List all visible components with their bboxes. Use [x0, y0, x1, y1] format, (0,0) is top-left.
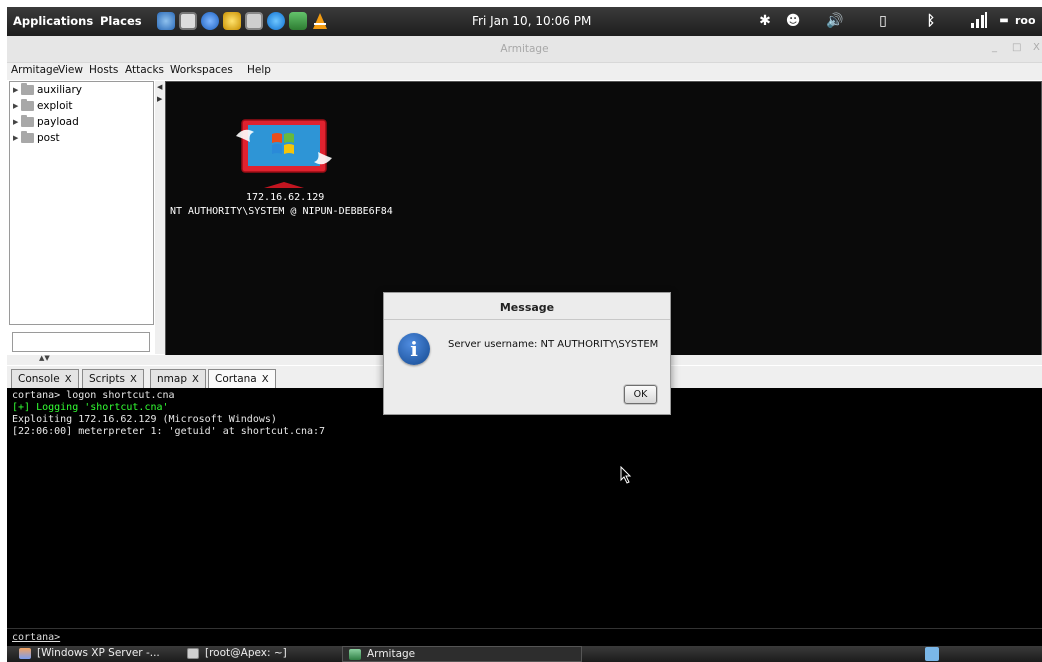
vlc-icon[interactable] [311, 12, 329, 30]
network-tool-icon[interactable] [289, 12, 307, 30]
module-tree: ▶ auxiliary ▶ exploit ▶ payload ▶ post [9, 81, 154, 325]
vm-icon [19, 647, 31, 659]
tab-nmap[interactable]: nmap X [150, 369, 206, 388]
console-line: [+] Logging 'shortcut.cna' [12, 402, 169, 413]
taskbar-item-label: Armitage [367, 648, 416, 660]
console-line: cortana> logon shortcut.cna [12, 390, 175, 401]
menu-view[interactable]: View [58, 64, 83, 76]
console-input[interactable]: cortana> [7, 628, 1042, 646]
globe-icon[interactable] [201, 12, 219, 30]
taskbar-item-armitage[interactable]: Armitage [342, 646, 582, 662]
taskbar-item-terminal[interactable]: [root@Apex: ~] [187, 646, 337, 662]
user-menu[interactable]: roo [1015, 14, 1036, 27]
module-search-input[interactable] [12, 332, 150, 352]
screenshot-icon[interactable] [245, 12, 263, 30]
close-button[interactable]: X [1033, 42, 1040, 53]
tree-item-exploit[interactable]: ▶ exploit [13, 99, 73, 114]
message-dialog: Message i Server username: NT AUTHORITY\… [383, 292, 671, 415]
workspace-switcher-icon[interactable] [925, 647, 939, 661]
cortana-console-output[interactable]: cortana> logon shortcut.cna [+] Logging … [7, 388, 1042, 646]
tree-item-label: payload [37, 116, 79, 128]
console-line: Exploiting 172.16.62.129 (Microsoft Wind… [12, 414, 277, 425]
menubar: Armitage View Hosts Attacks Workspaces H… [7, 63, 1042, 80]
folder-icon [21, 115, 34, 127]
menu-help[interactable]: Help [247, 64, 271, 76]
expand-arrow-icon[interactable]: ▶ [13, 118, 21, 126]
bottom-taskbar: [Windows XP Server -... [root@Apex: ~] A… [7, 646, 1042, 662]
tab-close-button[interactable]: X [130, 374, 137, 385]
terminal-icon [187, 647, 199, 659]
tab-label: Console [18, 373, 60, 385]
folder-icon [21, 99, 34, 111]
tree-item-payload[interactable]: ▶ payload [13, 115, 79, 130]
terminal-icon[interactable] [179, 12, 197, 30]
applications-menu[interactable]: Applications [13, 14, 93, 28]
folder-icon [21, 131, 34, 143]
expand-arrow-icon[interactable]: ▶ [13, 102, 21, 110]
window-title: Armitage [500, 43, 549, 55]
tree-item-label: post [37, 132, 60, 144]
skype-icon[interactable] [267, 12, 285, 30]
collapse-left-icon[interactable]: ◀ [157, 83, 162, 91]
host-ip-label: 172.16.62.129 [246, 192, 325, 203]
expand-arrow-icon[interactable]: ▶ [13, 86, 21, 94]
dialog-title: Message [499, 301, 555, 314]
tree-item-auxiliary[interactable]: ▶ auxiliary [13, 83, 83, 98]
folder-icon [21, 83, 34, 95]
menu-armitage[interactable]: Armitage [11, 64, 59, 76]
clock[interactable]: Fri Jan 10, 10:06 PM [472, 14, 591, 28]
tab-scripts[interactable]: Scripts X [82, 369, 144, 388]
top-panel: Applications Places Fri Jan 10, 10:06 PM… [7, 7, 1042, 36]
armitage-icon [349, 648, 361, 660]
taskbar-item-label: [root@Apex: ~] [205, 647, 287, 659]
dialog-message: Server username: NT AUTHORITY\SYSTEM [448, 339, 659, 350]
tab-cortana[interactable]: Cortana X [208, 369, 276, 388]
signal-icon[interactable] [969, 11, 989, 31]
ok-button[interactable]: OK [624, 385, 657, 404]
tab-close-button[interactable]: X [192, 374, 199, 385]
settings-icon[interactable] [223, 12, 241, 30]
compromised-host-icon[interactable] [234, 112, 344, 192]
info-icon: i [398, 333, 430, 365]
tab-console[interactable]: Console X [11, 369, 79, 388]
tab-label: nmap [157, 373, 187, 385]
battery-icon[interactable]: ▯ [873, 11, 893, 31]
window-titlebar[interactable]: Armitage _ □ X [7, 36, 1042, 63]
dialog-divider [384, 319, 670, 320]
tab-label: Scripts [89, 373, 125, 385]
tab-close-button[interactable]: X [262, 374, 269, 385]
user-status-icon[interactable]: ☻ [783, 11, 803, 31]
network-status-icon[interactable]: ✱ [755, 11, 775, 31]
bluetooth-icon[interactable]: ᛒ [921, 11, 941, 31]
taskbar-item-windows-xp[interactable]: [Windows XP Server -... [19, 646, 187, 662]
console-line: [22:06:00] meterpreter 1: 'getuid' at sh… [12, 426, 326, 437]
tree-item-label: exploit [37, 100, 73, 112]
expand-arrow-icon[interactable]: ▶ [13, 134, 21, 142]
host-user-label: NT AUTHORITY\SYSTEM @ NIPUN-DEBBE6F84 [170, 206, 393, 217]
menu-hosts[interactable]: Hosts [89, 64, 118, 76]
taskbar-item-label: [Windows XP Server -... [37, 647, 160, 659]
mouse-cursor-icon [620, 466, 632, 484]
maximize-button[interactable]: □ [1012, 42, 1021, 53]
chat-icon[interactable]: ▬ [997, 11, 1011, 31]
volume-icon[interactable]: 🔊 [825, 11, 845, 31]
vertical-splitter[interactable]: ◀ ▶ [155, 81, 165, 354]
screen: Applications Places Fri Jan 10, 10:06 PM… [0, 0, 1042, 662]
menu-attacks[interactable]: Attacks [125, 64, 164, 76]
splitter-arrows-icon[interactable]: ▲▼ [39, 354, 50, 362]
tab-close-button[interactable]: X [65, 374, 72, 385]
menu-workspaces[interactable]: Workspaces [170, 64, 233, 76]
tree-item-label: auxiliary [37, 84, 83, 96]
web-browser-icon[interactable] [157, 12, 175, 30]
tab-label: Cortana [215, 373, 257, 385]
minimize-button[interactable]: _ [992, 42, 997, 53]
collapse-right-icon[interactable]: ▶ [157, 95, 162, 103]
tree-item-post[interactable]: ▶ post [13, 131, 60, 146]
places-menu[interactable]: Places [100, 14, 142, 28]
console-prompt: cortana> [12, 632, 61, 643]
